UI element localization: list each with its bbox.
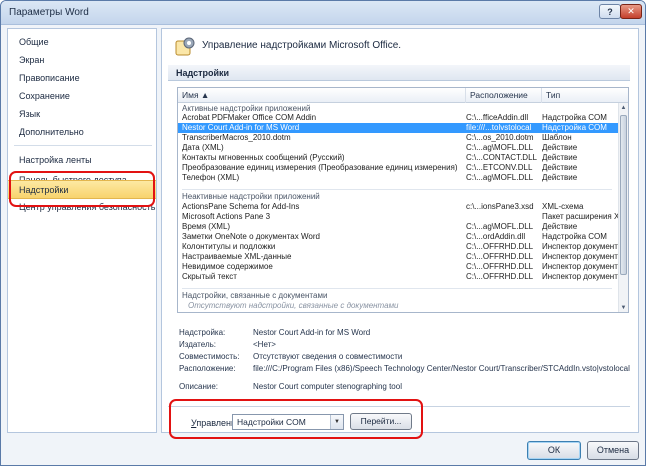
no-doc-addins-note: Отсутствуют надстройки, связанные с доку… bbox=[188, 301, 399, 310]
ok-button[interactable]: ОК bbox=[527, 441, 581, 460]
sidebar: Общие Экран Правописание Сохранение Язык… bbox=[7, 28, 157, 433]
sidebar-item-proofing[interactable]: Правописание bbox=[8, 69, 156, 88]
detail-compatibility: Совместимость: Отсутствуют сведения о сов… bbox=[179, 352, 403, 361]
scroll-thumb[interactable] bbox=[620, 115, 627, 275]
table-row-selected[interactable]: Nestor Court Add-in for MS Word file:///.… bbox=[178, 123, 618, 133]
detail-description: Описание: Nestor Court computer stenograp… bbox=[179, 382, 402, 391]
table-row[interactable]: Время (XML) C:\...ag\MOFL.DLL Действие bbox=[178, 222, 618, 232]
help-button[interactable]: ? bbox=[599, 4, 621, 19]
table-row[interactable]: TranscriberMacros_2010.dotm C:\...os_2010… bbox=[178, 133, 618, 143]
page-title: Управление надстройками Microsoft Office… bbox=[202, 40, 402, 51]
go-button[interactable]: Перейти... bbox=[350, 413, 412, 430]
column-location[interactable]: Расположение bbox=[466, 88, 542, 103]
detail-addin: Надстройка: Nestor Court Add-in for MS Wo… bbox=[179, 328, 371, 337]
sidebar-divider bbox=[14, 171, 152, 172]
table-row[interactable]: Скрытый текст C:\...OFFRHD.DLL Инспектор д… bbox=[178, 272, 618, 282]
table-row[interactable]: Колонтитулы и подложки C:\...OFFRHD.DLL Ин… bbox=[178, 242, 618, 252]
table-row[interactable]: ActionsPane Schema for Add-Ins c:\...ions… bbox=[178, 202, 618, 212]
table-row[interactable]: Настраиваемые XML-данные C:\...OFFRHD.DLL… bbox=[178, 252, 618, 262]
scroll-down-icon[interactable]: ▼ bbox=[619, 303, 628, 312]
group-documents: Надстройки, связанные с документами bbox=[182, 291, 328, 300]
column-name[interactable]: Имя ▲ bbox=[178, 88, 466, 103]
column-type[interactable]: Тип bbox=[542, 88, 618, 103]
scroll-up-icon[interactable]: ▲ bbox=[619, 103, 628, 113]
table-row[interactable]: Acrobat PDFMaker Office COM Addin C:\...f… bbox=[178, 113, 618, 123]
sidebar-item-language[interactable]: Язык bbox=[8, 105, 156, 124]
table-row[interactable]: Microsoft Actions Pane 3 Пакет расширения… bbox=[178, 212, 618, 222]
sidebar-item-display[interactable]: Экран bbox=[8, 51, 156, 70]
table-row[interactable]: Невидимое содержимое C:\...OFFRHD.DLL Инсп… bbox=[178, 262, 618, 272]
sidebar-divider bbox=[14, 145, 152, 146]
table-row[interactable]: Преобразование единиц измерения (Преобра… bbox=[178, 163, 618, 173]
cancel-button[interactable]: Отмена bbox=[587, 441, 639, 460]
word-options-window: Параметры Word ? ✕ Общие Экран Правописа… bbox=[0, 0, 646, 466]
table-header: Имя ▲ Расположение Тип bbox=[178, 88, 628, 103]
section-title: Надстройки bbox=[168, 65, 630, 81]
table-body: Активные надстройки приложений Acrobat P… bbox=[178, 103, 618, 312]
sidebar-item-addins[interactable]: Надстройки bbox=[8, 180, 156, 199]
addins-table: Имя ▲ Расположение Тип Активные надстрой… bbox=[177, 87, 629, 313]
close-button[interactable]: ✕ bbox=[620, 4, 642, 19]
group-inactive: Неактивные надстройки приложений bbox=[182, 192, 320, 201]
table-row[interactable]: Телефон (XML) C:\...ag\MOFL.DLL Действие bbox=[178, 173, 618, 183]
table-scrollbar[interactable]: ▲ ▼ bbox=[618, 103, 628, 312]
table-row[interactable]: Заметки OneNote о документах Word C:\...o… bbox=[178, 232, 618, 242]
table-row[interactable]: Контакты мгновенных сообщений (Русский) C… bbox=[178, 153, 618, 163]
manage-select-value: Надстройки COM bbox=[237, 417, 306, 427]
chevron-down-icon[interactable]: ▼ bbox=[330, 415, 343, 429]
detail-publisher: Издатель: <Нет> bbox=[179, 340, 276, 349]
divider bbox=[168, 406, 630, 407]
group-divider bbox=[182, 189, 612, 190]
group-divider bbox=[182, 288, 612, 289]
window-title: Параметры Word bbox=[9, 7, 89, 18]
sidebar-item-save[interactable]: Сохранение bbox=[8, 87, 156, 106]
sidebar-item-trust-center[interactable]: Центр управления безопасностью bbox=[8, 198, 156, 217]
table-row[interactable]: Дата (XML) C:\...ag\MOFL.DLL Действие bbox=[178, 143, 618, 153]
sidebar-item-general[interactable]: Общие bbox=[8, 33, 156, 52]
addins-gear-icon bbox=[175, 37, 195, 56]
manage-select[interactable]: Надстройки COM ▼ bbox=[232, 414, 344, 430]
sidebar-item-advanced[interactable]: Дополнительно bbox=[8, 123, 156, 142]
sidebar-item-customize-ribbon[interactable]: Настройка ленты bbox=[8, 151, 156, 170]
addins-panel: Управление надстройками Microsoft Office… bbox=[161, 28, 639, 433]
detail-location: Расположение: file:///C:/Program Files (x… bbox=[179, 364, 630, 373]
title-bar: Параметры Word ? ✕ bbox=[1, 1, 645, 25]
